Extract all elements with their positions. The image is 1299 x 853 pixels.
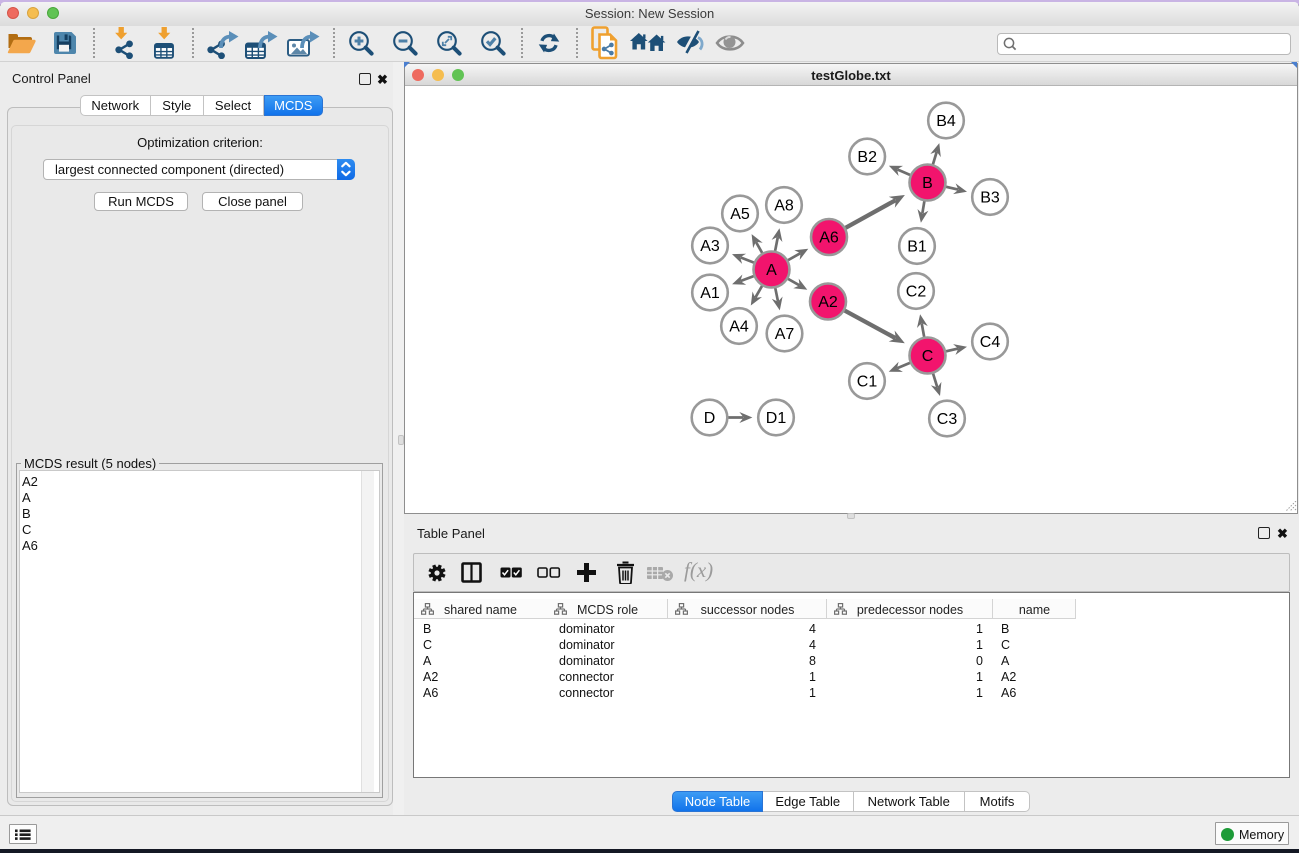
svg-text:C2: C2 [906, 284, 927, 301]
svg-text:A7: A7 [775, 326, 795, 343]
svg-text:B: B [922, 175, 933, 192]
svg-text:C4: C4 [980, 334, 1001, 351]
svg-text:A2: A2 [818, 294, 838, 311]
svg-text:A8: A8 [774, 198, 794, 215]
svg-text:A5: A5 [730, 206, 750, 223]
svg-text:A1: A1 [700, 285, 720, 302]
svg-text:A4: A4 [729, 319, 749, 336]
svg-text:B4: B4 [936, 113, 956, 130]
svg-text:C: C [922, 348, 934, 365]
svg-text:B3: B3 [980, 190, 1000, 207]
svg-text:A6: A6 [819, 230, 839, 247]
svg-text:B1: B1 [907, 239, 927, 256]
svg-text:B2: B2 [857, 149, 877, 166]
svg-text:C3: C3 [937, 411, 958, 428]
svg-text:C1: C1 [857, 374, 878, 391]
svg-text:A3: A3 [700, 238, 720, 255]
svg-text:A: A [766, 262, 777, 279]
svg-text:D: D [704, 410, 716, 427]
svg-text:D1: D1 [766, 410, 787, 427]
